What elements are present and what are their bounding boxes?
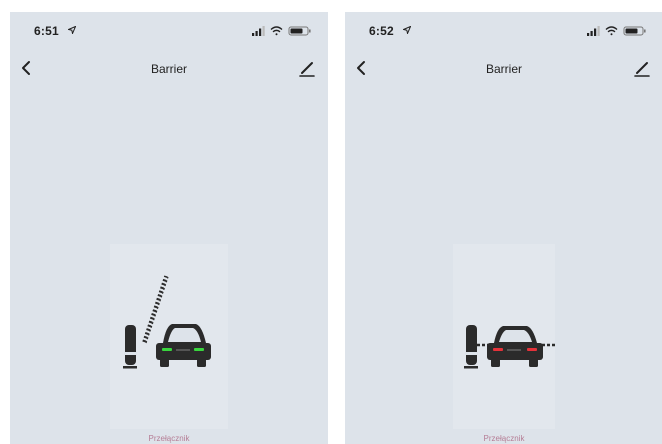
barrier-car-icon <box>123 275 211 369</box>
phone-screen-barrier-open: 6:51 Barrier Przełącznik <box>10 12 328 444</box>
device-label: Przełącznik <box>483 434 525 443</box>
barrier-car-icon <box>464 325 555 369</box>
phone-screen-barrier-closed: 6:52 Barrier Przełącznik <box>345 12 662 444</box>
device-label: Przełącznik <box>148 434 190 443</box>
